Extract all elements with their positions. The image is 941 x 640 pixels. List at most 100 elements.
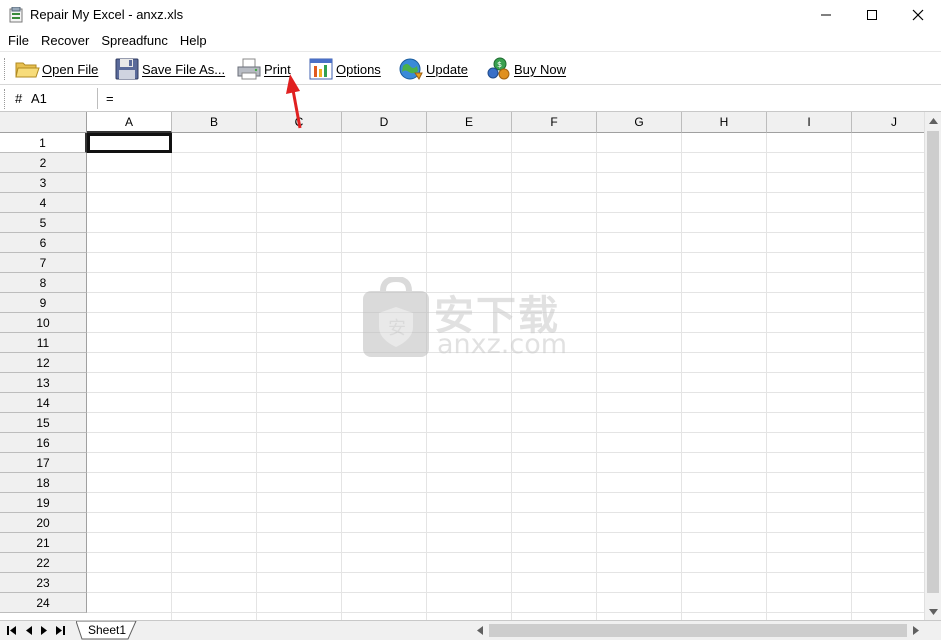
arrow-left-icon (476, 626, 483, 635)
options-button[interactable]: Options (308, 54, 381, 84)
open-file-button[interactable]: Open File (14, 54, 98, 84)
formula-bar: # A1 = (0, 85, 941, 112)
folder-icon (15, 62, 40, 78)
column-header-i[interactable]: I (767, 112, 852, 133)
row-header-21[interactable]: 21 (0, 533, 87, 553)
column-header-j[interactable]: J (852, 112, 924, 133)
options-chart-icon (309, 58, 333, 80)
money-coins-icon: $ (487, 57, 510, 80)
row-header-17[interactable]: 17 (0, 453, 87, 473)
scroll-up-button[interactable] (925, 112, 941, 129)
toolbar-separator (107, 57, 108, 81)
formula-input[interactable]: = (106, 91, 114, 106)
last-icon (56, 626, 65, 635)
menu-spreadfunc[interactable]: Spreadfunc (95, 30, 174, 51)
watermark: 安 安下载 anxz.com (361, 277, 581, 361)
menu-recover[interactable]: Recover (35, 30, 95, 51)
toolbar-separator (229, 57, 230, 81)
scroll-left-button[interactable] (471, 622, 488, 639)
maximize-icon (867, 10, 877, 20)
buy-now-button[interactable]: $ Buy Now (486, 54, 566, 84)
row-header-18[interactable]: 18 (0, 473, 87, 493)
svg-text:安: 安 (388, 318, 406, 339)
column-header-d[interactable]: D (342, 112, 427, 133)
active-cell-a1[interactable] (87, 133, 172, 153)
row-header-24[interactable]: 24 (0, 593, 87, 613)
menu-file[interactable]: File (2, 30, 35, 51)
toolbar: Open File Save File As... Print Options … (0, 51, 941, 85)
row-header-6[interactable]: 6 (0, 233, 87, 253)
column-header-h[interactable]: H (682, 112, 767, 133)
cell-area[interactable] (87, 133, 924, 620)
formula-bar-hash: # (15, 91, 23, 106)
formula-bar-divider (97, 88, 98, 109)
printer-icon (237, 58, 261, 80)
row-header-7[interactable]: 7 (0, 253, 87, 273)
arrow-down-icon (929, 608, 938, 615)
maximize-button[interactable] (849, 0, 895, 30)
first-sheet-button[interactable] (4, 623, 20, 638)
column-header-f[interactable]: F (512, 112, 597, 133)
first-icon (7, 626, 16, 635)
last-sheet-button[interactable] (52, 623, 68, 638)
update-button[interactable]: Update (398, 54, 468, 84)
row-header-14[interactable]: 14 (0, 393, 87, 413)
menu-help[interactable]: Help (174, 30, 213, 51)
close-button[interactable] (895, 0, 941, 30)
toolbar-grip[interactable] (4, 58, 7, 80)
vertical-scroll-thumb[interactable] (927, 131, 939, 593)
app-icon (9, 7, 23, 23)
horizontal-scroll-thumb[interactable] (489, 624, 907, 637)
column-header-b[interactable]: B (172, 112, 257, 133)
save-file-as-button[interactable]: Save File As... (114, 54, 225, 84)
column-header-a[interactable]: A (87, 112, 172, 133)
close-icon (912, 9, 924, 21)
formula-bar-grip[interactable] (4, 89, 7, 109)
row-header-5[interactable]: 5 (0, 213, 87, 233)
row-header-9[interactable]: 9 (0, 293, 87, 313)
row-header-16[interactable]: 16 (0, 433, 87, 453)
row-header-19[interactable]: 19 (0, 493, 87, 513)
globe-update-icon (399, 58, 423, 80)
row-header-22[interactable]: 22 (0, 553, 87, 573)
open-file-label: Open File (42, 61, 99, 77)
row-header-3[interactable]: 3 (0, 173, 87, 193)
vertical-scrollbar[interactable] (924, 112, 941, 620)
row-header-2[interactable]: 2 (0, 153, 87, 173)
scroll-right-button[interactable] (907, 622, 924, 639)
shield-bag-icon: 安 (363, 277, 429, 357)
row-header-8[interactable]: 8 (0, 273, 87, 293)
buy-now-label: Buy Now (514, 61, 567, 77)
column-header-e[interactable]: E (427, 112, 512, 133)
menu-bar: File Recover Spreadfunc Help (0, 30, 941, 51)
column-header-g[interactable]: G (597, 112, 682, 133)
scroll-down-button[interactable] (925, 603, 941, 620)
annotation-arrow-icon (286, 74, 302, 129)
cell-reference[interactable]: A1 (31, 91, 47, 106)
row-header-10[interactable]: 10 (0, 313, 87, 333)
previous-sheet-button[interactable] (20, 623, 36, 638)
select-all-corner[interactable] (0, 112, 87, 133)
minimize-button[interactable] (803, 0, 849, 30)
update-label: Update (426, 61, 468, 77)
row-header-11[interactable]: 11 (0, 333, 87, 353)
row-header-4[interactable]: 4 (0, 193, 87, 213)
sheet-tab-sheet1[interactable]: Sheet1 (88, 623, 126, 637)
svg-text:$: $ (497, 60, 502, 69)
next-sheet-button[interactable] (36, 623, 52, 638)
row-header-23[interactable]: 23 (0, 573, 87, 593)
title-bar: Repair My Excel - anxz.xls (0, 0, 941, 30)
options-label: Options (336, 61, 381, 77)
row-header-15[interactable]: 15 (0, 413, 87, 433)
spreadsheet-grid[interactable]: ABCDEFGHIJ 1 2 3 4 5 6 7 8 9 10 11 12 13 14 15 16 17 18 19… (0, 112, 924, 620)
row-header-12[interactable]: 12 (0, 353, 87, 373)
row-header-1[interactable]: 1 (0, 133, 87, 153)
save-file-as-label: Save File As... (142, 61, 226, 77)
floppy-disk-icon (115, 58, 139, 80)
horizontal-scrollbar[interactable] (471, 622, 924, 639)
row-header-20[interactable]: 20 (0, 513, 87, 533)
watermark-text-en: anxz.com (437, 329, 568, 360)
arrow-up-icon (929, 117, 938, 124)
minimize-icon (821, 14, 831, 16)
row-header-13[interactable]: 13 (0, 373, 87, 393)
